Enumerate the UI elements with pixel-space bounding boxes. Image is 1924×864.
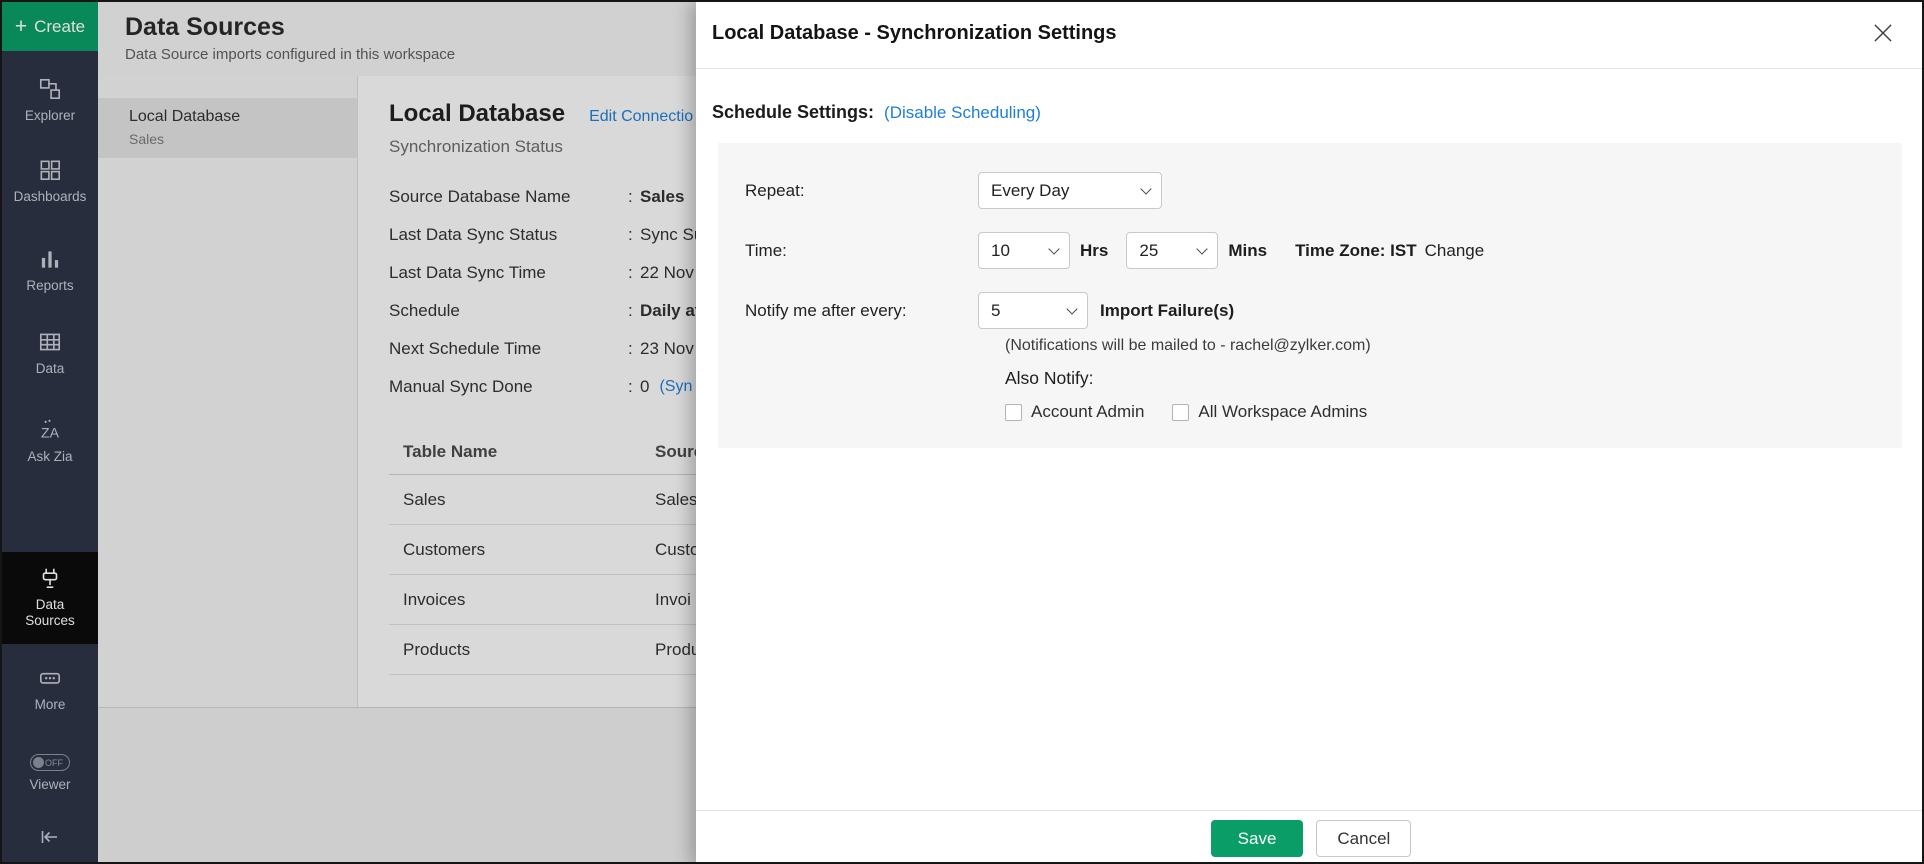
checkbox-label: Account Admin: [1031, 402, 1144, 422]
hour-dropdown[interactable]: 10: [978, 232, 1070, 269]
chevron-down-icon: [1048, 243, 1059, 254]
close-button[interactable]: [1866, 16, 1900, 55]
also-notify-label: Also Notify:: [1005, 368, 1902, 389]
sync-settings-modal: Local Database - Synchronization Setting…: [696, 2, 1924, 864]
notify-label: Notify me after every:: [745, 301, 978, 321]
chevron-down-icon: [1140, 183, 1151, 194]
cancel-button[interactable]: Cancel: [1316, 820, 1411, 857]
notify-count-value: 5: [991, 301, 1000, 321]
import-failures-label: Import Failure(s): [1100, 301, 1234, 321]
repeat-label: Repeat:: [745, 181, 978, 201]
modal-title: Local Database - Synchronization Setting…: [712, 22, 1924, 45]
repeat-value: Every Day: [991, 181, 1069, 201]
notify-checkboxes: Account Admin All Workspace Admins: [1005, 402, 1902, 422]
schedule-settings-panel: Repeat: Every Day Time: 10: [718, 143, 1902, 448]
time-row: Time: 10 Hrs 25 Mins Time Zone: IST: [745, 232, 1902, 269]
modal-body: Schedule Settings: (Disable Scheduling) …: [696, 69, 1924, 810]
close-icon: [1870, 33, 1896, 50]
checkbox-icon: [1172, 404, 1189, 421]
hrs-label: Hrs: [1080, 241, 1108, 261]
notify-count-dropdown[interactable]: 5: [978, 292, 1088, 329]
modal-footer: Save Cancel: [696, 810, 1924, 864]
repeat-dropdown[interactable]: Every Day: [978, 172, 1162, 209]
chevron-down-icon: [1066, 303, 1077, 314]
minute-value: 25: [1139, 241, 1158, 261]
notification-note: (Notifications will be mailed to - rache…: [1005, 337, 1902, 355]
disable-scheduling-link[interactable]: (Disable Scheduling): [884, 103, 1041, 123]
chevron-down-icon: [1197, 243, 1208, 254]
account-admin-checkbox[interactable]: Account Admin: [1005, 402, 1144, 422]
schedule-settings-label: Schedule Settings:: [712, 102, 874, 123]
change-timezone-link[interactable]: Change: [1425, 241, 1485, 261]
mins-label: Mins: [1228, 241, 1267, 261]
hour-value: 10: [991, 241, 1010, 261]
timezone-label: Time Zone: IST: [1295, 241, 1417, 261]
time-label: Time:: [745, 241, 978, 261]
notify-row: Notify me after every: 5 Import Failure(…: [745, 292, 1902, 329]
modal-header: Local Database - Synchronization Setting…: [696, 2, 1924, 69]
minute-dropdown[interactable]: 25: [1126, 232, 1218, 269]
all-workspace-admins-checkbox[interactable]: All Workspace Admins: [1172, 402, 1367, 422]
checkbox-label: All Workspace Admins: [1198, 402, 1367, 422]
repeat-row: Repeat: Every Day: [745, 172, 1902, 209]
app-window: + Create Explorer Dashboards: [0, 0, 1924, 864]
checkbox-icon: [1005, 404, 1022, 421]
save-button[interactable]: Save: [1211, 820, 1304, 857]
